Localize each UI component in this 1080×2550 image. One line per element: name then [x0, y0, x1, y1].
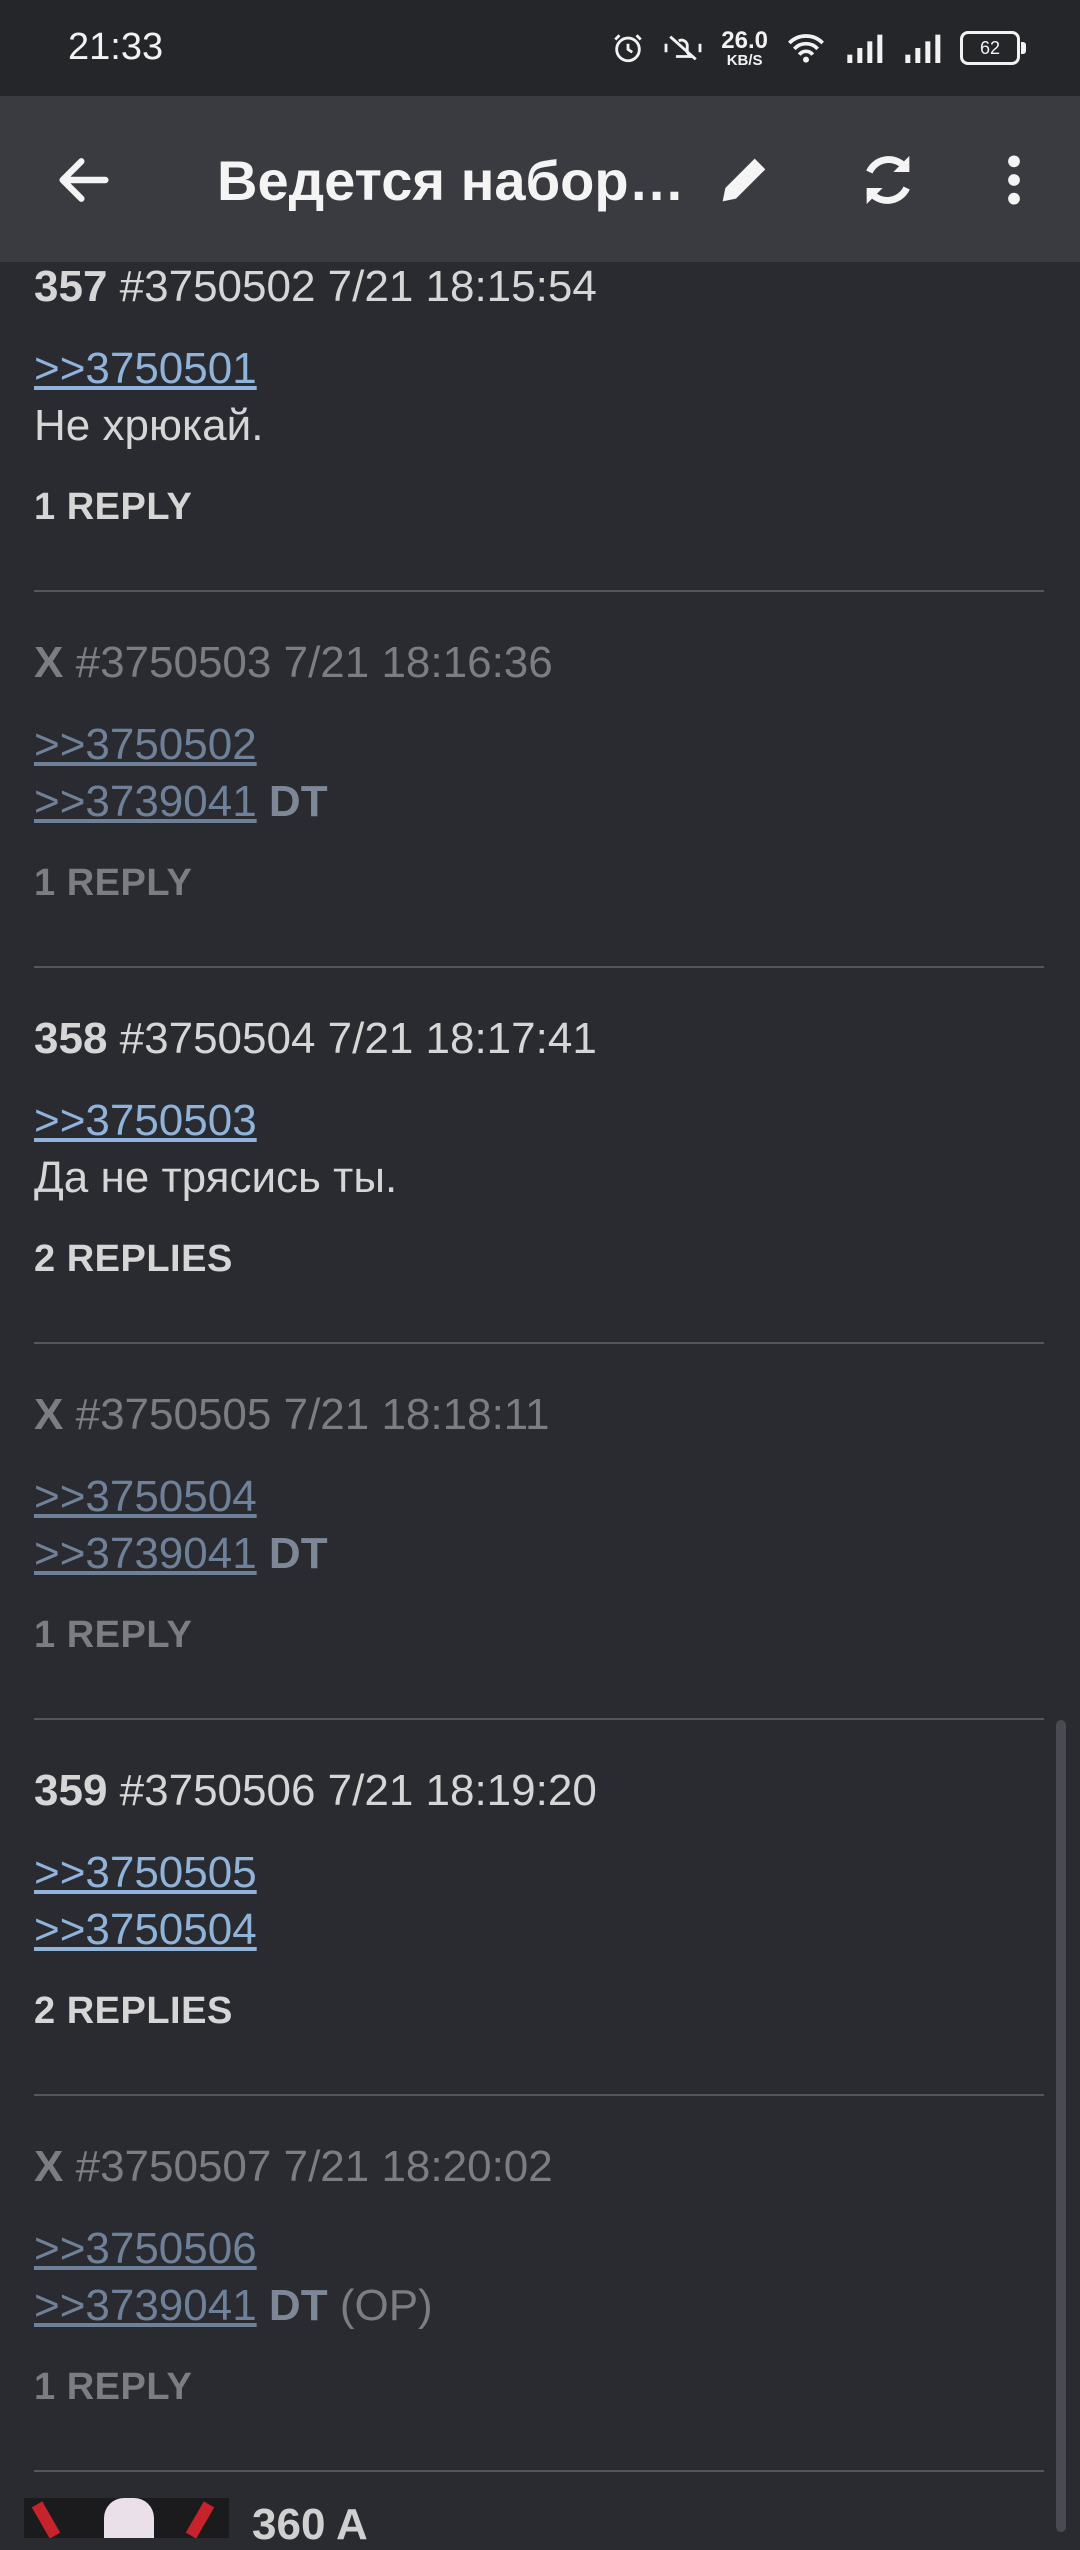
battery-icon: 62: [960, 31, 1026, 65]
wifi-icon: [788, 34, 824, 63]
post-divider: [34, 2094, 1044, 2096]
post-number: 360 A: [252, 2500, 368, 2549]
op-marker: (OP): [339, 2281, 433, 2330]
post-number: 358: [34, 1014, 108, 1063]
post-id: #3750504: [119, 1014, 316, 1063]
replies-button[interactable]: 1 REPLY: [34, 1614, 1044, 1657]
dt-tag: DT: [268, 777, 328, 826]
post-date: 7/21 18:15:54: [327, 262, 597, 311]
post-divider: [34, 2470, 1044, 2472]
dt-tag: DT: [268, 1529, 328, 1578]
replies-button[interactable]: 1 REPLY: [34, 862, 1044, 905]
post-item: 358 #3750504 7/21 18:17:41 >>3750503 Да …: [34, 1014, 1044, 1281]
quote-link[interactable]: >>3739041: [34, 2281, 257, 2330]
overflow-menu-button[interactable]: [982, 148, 1046, 212]
post-header: 357 #3750502 7/21 18:15:54: [34, 262, 1044, 312]
signal-icon-2: [905, 34, 941, 63]
mute-vibrate-icon: [664, 35, 702, 61]
post-hidden-mark: X: [34, 2142, 64, 2191]
quote-link[interactable]: >>3750501: [34, 344, 257, 393]
dt-tag: DT: [268, 2281, 328, 2330]
post-item: 359 #3750506 7/21 18:19:20 >>3750505 >>3…: [34, 1766, 1044, 2033]
quote-link[interactable]: >>3750504: [34, 1905, 257, 1954]
net-speed-value: 26.0: [721, 26, 768, 54]
net-speed-unit: KB/S: [726, 51, 763, 69]
post-number: 357: [34, 262, 108, 311]
status-bar: 21:33 26.0 KB/S 62: [0, 0, 1080, 96]
battery-level: 62: [979, 38, 1001, 58]
post-thumbnail[interactable]: [24, 2498, 229, 2538]
post-item-next[interactable]: 360 A: [24, 2498, 1054, 2549]
replies-button[interactable]: 1 REPLY: [34, 486, 1044, 529]
more-vert-icon: [1008, 155, 1020, 205]
post-header: 358 #3750504 7/21 18:17:41: [34, 1014, 1044, 1064]
post-item-hidden: X #3750507 7/21 18:20:02 >>3750506 >>373…: [34, 2142, 1044, 2409]
post-number: 359: [34, 1766, 108, 1815]
post-id: #3750507: [75, 2142, 272, 2191]
post-id: #3750506: [119, 1766, 316, 1815]
post-id: #3750502: [119, 262, 316, 311]
post-date: 7/21 18:20:02: [283, 2142, 553, 2191]
post-text: Не хрюкай.: [34, 401, 264, 450]
post-header: X #3750507 7/21 18:20:02: [34, 2142, 1044, 2192]
quote-link[interactable]: >>3750503: [34, 1096, 257, 1145]
post-divider: [34, 966, 1044, 968]
status-time: 21:33: [68, 26, 164, 68]
back-button[interactable]: [52, 148, 116, 212]
post-header: 359 #3750506 7/21 18:19:20: [34, 1766, 1044, 1816]
post-id: #3750503: [75, 638, 272, 687]
alarm-icon: [614, 34, 643, 63]
post-divider: [34, 1342, 1044, 1344]
app-bar: Ведется набор…: [0, 96, 1080, 262]
post-item-hidden: X #3750505 7/21 18:18:11 >>3750504 >>373…: [34, 1390, 1044, 1657]
status-icons: 26.0 KB/S 62: [611, 22, 1026, 74]
refresh-button[interactable]: [856, 148, 920, 212]
replies-button[interactable]: 2 REPLIES: [34, 1990, 1044, 2033]
signal-icon-1: [847, 34, 883, 63]
post-item: 357 #3750502 7/21 18:15:54 >>3750501 Не …: [34, 262, 1044, 529]
post-date: 7/21 18:19:20: [327, 1766, 597, 1815]
quote-link[interactable]: >>3750504: [34, 1472, 257, 1521]
thread-title: Ведется набор…: [217, 149, 685, 212]
post-id: #3750505: [75, 1390, 272, 1439]
quote-link[interactable]: >>3750505: [34, 1848, 257, 1897]
post-header: X #3750505 7/21 18:18:11: [34, 1390, 1044, 1440]
post-hidden-mark: X: [34, 638, 64, 687]
quote-link[interactable]: >>3750506: [34, 2224, 257, 2273]
post-list[interactable]: 357 #3750502 7/21 18:15:54 >>3750501 Не …: [0, 262, 1080, 2532]
pencil-icon: [722, 158, 766, 202]
post-header: X #3750503 7/21 18:16:36: [34, 638, 1044, 688]
quote-link[interactable]: >>3739041: [34, 1529, 257, 1578]
quote-link[interactable]: >>3750502: [34, 720, 257, 769]
post-date: 7/21 18:17:41: [327, 1014, 597, 1063]
post-divider: [34, 1718, 1044, 1720]
post-divider: [34, 590, 1044, 592]
quote-link[interactable]: >>3739041: [34, 777, 257, 826]
refresh-icon: [866, 156, 910, 204]
post-date: 7/21 18:16:36: [283, 638, 553, 687]
post-hidden-mark: X: [34, 1390, 64, 1439]
replies-button[interactable]: 1 REPLY: [34, 2366, 1044, 2409]
net-speed: 26.0 KB/S: [721, 26, 768, 69]
back-arrow-icon: [59, 158, 109, 202]
post-date: 7/21 18:18:11: [283, 1390, 550, 1439]
scrollbar[interactable]: [1056, 1720, 1066, 2532]
replies-button[interactable]: 2 REPLIES: [34, 1238, 1044, 1281]
post-item-hidden: X #3750503 7/21 18:16:36 >>3750502 >>373…: [34, 638, 1044, 905]
post-text: Да не трясись ты.: [34, 1153, 398, 1202]
reply-button[interactable]: [712, 148, 776, 212]
